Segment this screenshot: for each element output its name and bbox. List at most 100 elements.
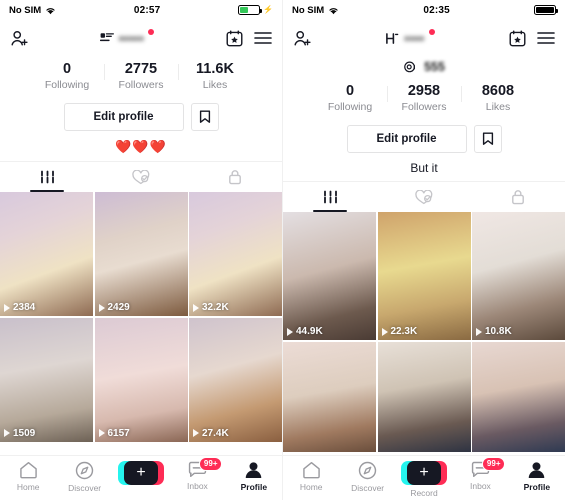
stat-label: Following: [44, 79, 90, 91]
create-plus-icon[interactable]: +: [118, 461, 165, 485]
bookmark-button[interactable]: [473, 125, 502, 153]
stat-value: 0: [345, 83, 355, 99]
home-icon: [302, 461, 321, 479]
edit-profile-button[interactable]: Edit profile: [346, 125, 467, 153]
view-count-value: 10.8K: [485, 326, 512, 337]
profile-stats: 0 Following 2775 Followers 11.6K Likes: [0, 56, 282, 95]
nav-item-inbox[interactable]: 99+ Inbox: [169, 457, 225, 491]
view-count: 27.4K: [193, 428, 229, 439]
bookmark-button[interactable]: [190, 103, 219, 131]
nav-item-home[interactable]: Home: [283, 461, 339, 492]
stat-value: 8608: [481, 83, 515, 99]
video-thumbnail[interactable]: 27.4K: [189, 317, 282, 442]
play-icon: [193, 429, 199, 437]
bookmark-icon: [199, 110, 211, 124]
calendar-star-icon[interactable]: [509, 30, 526, 47]
profile-tabs: [0, 161, 282, 192]
username-redacted: ••••: [404, 30, 425, 46]
profile-bio: ❤️❤️❤️: [115, 139, 167, 154]
battery-full-icon: [534, 4, 558, 16]
tab-liked[interactable]: [94, 162, 188, 192]
charging-bolt-icon: ⚡: [263, 5, 273, 14]
video-thumbnail[interactable]: 10.8K: [472, 212, 565, 340]
tab-liked[interactable]: [377, 182, 471, 212]
profile-tabs: [283, 181, 565, 212]
view-count: 10.8K: [476, 326, 512, 337]
inbox-badge: 99+: [482, 457, 505, 471]
add-person-icon[interactable]: [293, 29, 312, 48]
profile-actions: Edit profile: [0, 95, 282, 131]
nav-item-create[interactable]: +: [113, 461, 169, 488]
nav-label: Home: [299, 482, 323, 492]
wifi-icon: [45, 6, 56, 15]
stat-following[interactable]: 0 Following: [30, 60, 104, 93]
profile-stats: 0 Following 2958 Followers 8608 Likes: [283, 78, 565, 117]
view-count-value: 1509: [13, 427, 36, 439]
video-thumbnail[interactable]: [472, 341, 565, 452]
stat-value: 11.6K: [196, 61, 234, 77]
view-count: 2429: [98, 302, 130, 313]
profile-actions: Edit profile: [283, 117, 565, 153]
view-count: 32.2K: [193, 302, 229, 313]
hamburger-menu-icon[interactable]: [537, 31, 555, 45]
liked-heart-icon: [132, 169, 150, 185]
tab-private[interactable]: [471, 182, 565, 212]
view-count-value: 2429: [107, 302, 130, 313]
play-icon: [381, 327, 388, 336]
play-icon: [4, 303, 10, 312]
profile-username-header[interactable]: •••••: [35, 29, 220, 46]
stat-likes[interactable]: 8608 Likes: [461, 82, 535, 115]
wifi-icon: [328, 6, 339, 15]
grid-posts-icon: [323, 190, 338, 204]
status-bar: No SIM 02:57 ⚡: [0, 0, 282, 20]
play-icon: [4, 429, 10, 437]
nav-item-profile[interactable]: Profile: [509, 461, 565, 492]
tab-posts[interactable]: [283, 182, 377, 212]
profile-header: •••••: [0, 20, 282, 56]
nav-item-discover[interactable]: Discover: [56, 461, 112, 493]
video-thumbnail[interactable]: 6157: [94, 317, 188, 442]
nav-label: Home: [16, 482, 40, 492]
play-icon: [98, 429, 105, 437]
id-badge-icon: [99, 32, 114, 44]
edit-profile-button[interactable]: Edit profile: [63, 103, 184, 131]
carrier-label: No SIM: [292, 4, 325, 16]
stat-following[interactable]: 0 Following: [313, 82, 387, 115]
bookmark-icon: [482, 132, 494, 146]
stat-label: Likes: [202, 79, 228, 91]
stat-followers[interactable]: 2775 Followers: [104, 60, 178, 93]
video-thumbnail[interactable]: 2429: [94, 192, 188, 316]
phone-screen-right: No SIM 02:35 •••• 555 0 Following 2958 F…: [282, 0, 565, 500]
video-thumbnail[interactable]: 2384: [0, 192, 93, 316]
video-thumbnail[interactable]: 32.2K: [189, 192, 282, 316]
nav-label: Record: [410, 488, 438, 498]
nav-item-home[interactable]: Home: [0, 461, 56, 492]
nav-item-discover[interactable]: Discover: [339, 461, 395, 493]
status-bar-right: ⚡: [238, 4, 273, 16]
home-icon: [19, 461, 38, 479]
nav-item-record[interactable]: + Record: [396, 461, 452, 498]
hamburger-menu-icon[interactable]: [254, 31, 272, 45]
private-lock-icon: [228, 169, 242, 185]
tab-private[interactable]: [188, 162, 282, 192]
tab-posts[interactable]: [0, 162, 94, 192]
stat-followers[interactable]: 2958 Followers: [387, 82, 461, 115]
create-plus-icon[interactable]: +: [401, 461, 448, 485]
nav-item-profile[interactable]: Profile: [226, 461, 282, 492]
view-count-value: 2384: [13, 302, 36, 313]
stat-label: Followers: [401, 101, 447, 113]
video-thumbnail[interactable]: 22.3K: [377, 212, 471, 340]
dual-screenshot-container: No SIM 02:57 ⚡ ••••• 0 Following 2775 Fo…: [0, 0, 565, 500]
profile-handle[interactable]: 555: [283, 56, 565, 78]
calendar-star-icon[interactable]: [226, 30, 243, 47]
video-thumbnail[interactable]: [377, 341, 471, 452]
video-thumbnail[interactable]: [283, 341, 376, 452]
add-person-icon[interactable]: [10, 29, 29, 48]
profile-bio: But it: [410, 161, 438, 175]
nav-item-inbox[interactable]: 99+ Inbox: [452, 457, 508, 491]
stat-likes[interactable]: 11.6K Likes: [178, 60, 252, 93]
video-thumbnail[interactable]: 44.9K: [283, 212, 376, 340]
nav-label: Profile: [240, 482, 268, 492]
video-thumbnail[interactable]: 1509: [0, 317, 93, 442]
profile-username-header[interactable]: ••••: [318, 29, 503, 46]
